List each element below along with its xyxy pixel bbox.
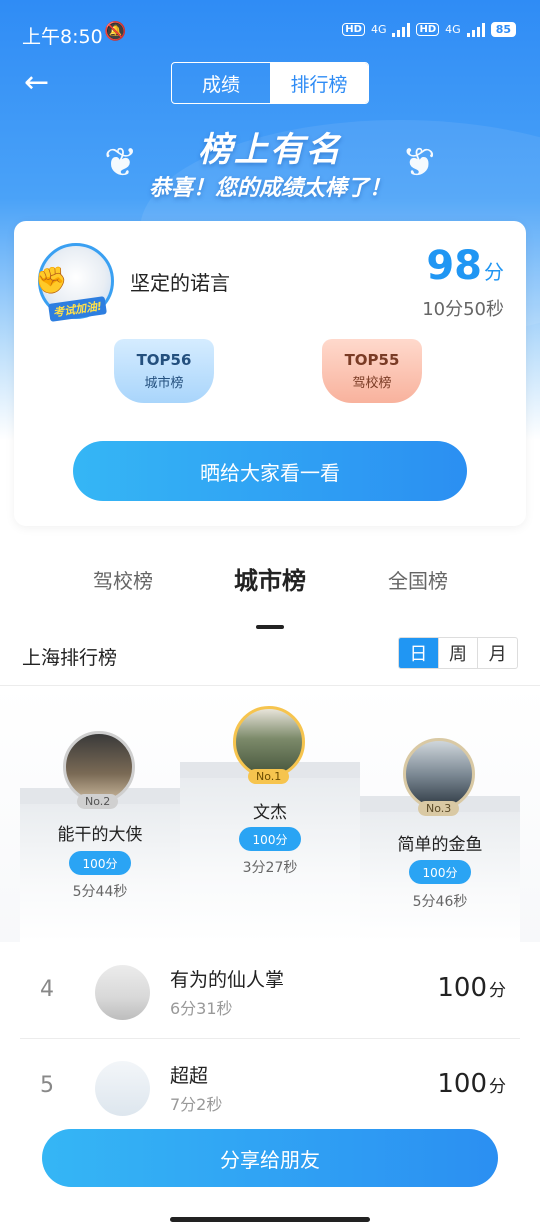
status-right: HD 4G HD 4G 85 xyxy=(342,22,516,37)
podium: No.2 No.1 No.3 能干的大侠 文杰 简单的金鱼 100分 100分 … xyxy=(0,686,540,942)
tab-ranking[interactable]: 排行榜 xyxy=(270,63,368,103)
hd-icon-2: HD xyxy=(416,23,440,36)
header-segmented-control: 成绩 排行榜 xyxy=(171,62,369,104)
list-name: 有为的仙人掌 xyxy=(170,969,285,991)
board-title: 上海排行榜 xyxy=(22,647,118,669)
tab-score[interactable]: 成绩 xyxy=(172,63,270,103)
tab-indicator xyxy=(256,625,284,629)
cheer-badge-avatar: ✊ 考试加油! xyxy=(35,243,114,322)
list-score: 100 分 xyxy=(437,973,506,1003)
user-name: 坚定的诺言 xyxy=(130,271,230,295)
avatar xyxy=(95,965,150,1020)
list-time: 7分2秒 xyxy=(170,1095,223,1114)
tab-school-board[interactable]: 驾校榜 xyxy=(93,565,153,594)
period-day[interactable]: 日 xyxy=(399,638,438,668)
period-month[interactable]: 月 xyxy=(477,638,517,668)
signal-icon xyxy=(392,22,411,37)
network-label: 4G xyxy=(370,23,387,36)
school-rank-value: TOP55 xyxy=(344,351,400,369)
rank-tag-1: No.1 xyxy=(248,769,290,784)
score-unit: 分 xyxy=(484,260,504,284)
list-item[interactable]: 4 有为的仙人掌 6分31秒 100 分 xyxy=(20,943,520,1039)
podium-score-3: 100分 xyxy=(409,860,471,884)
podium-name-2: 能干的大侠 xyxy=(57,825,143,845)
list-item[interactable]: 5 超超 7分2秒 100 分 xyxy=(20,1039,520,1135)
home-indicator[interactable] xyxy=(170,1217,370,1222)
podium-avatar-1[interactable] xyxy=(233,706,305,778)
school-rank-medal: TOP55 驾校榜 xyxy=(322,339,422,403)
period-week[interactable]: 周 xyxy=(437,638,478,668)
list-rank: 5 xyxy=(40,1073,54,1098)
rank-tag-2: No.2 xyxy=(77,794,119,809)
mute-bell-icon: 🔕 xyxy=(104,21,127,42)
list-score: 100 分 xyxy=(437,1069,506,1099)
podium-score-2: 100分 xyxy=(69,851,131,875)
period-selector: 日 周 月 xyxy=(398,637,518,669)
podium-score-1: 100分 xyxy=(239,827,301,851)
show-off-button[interactable]: 晒给大家看一看 xyxy=(73,441,467,501)
status-bar: 上午8:50 🔕 HD 4G HD 4G 85 xyxy=(0,0,540,66)
podium-avatar-2[interactable] xyxy=(63,731,135,803)
fist-icon: ✊ xyxy=(35,266,68,296)
school-rank-label: 驾校榜 xyxy=(352,376,392,391)
podium-avatar-3[interactable] xyxy=(403,738,475,810)
list-score-value: 100 xyxy=(437,973,487,1003)
tab-city-board[interactable]: 城市榜 xyxy=(234,561,306,596)
podium-time-3: 5分46秒 xyxy=(412,894,468,910)
podium-time-1: 3分27秒 xyxy=(242,860,298,876)
list-score-unit: 分 xyxy=(489,981,506,1001)
rank-tag-3: No.3 xyxy=(418,801,460,816)
list-rank: 4 xyxy=(40,977,54,1002)
leaderboard-panel: 驾校榜 城市榜 全国榜 上海排行榜 日 周 月 No.2 No.1 No.3 能… xyxy=(0,543,540,1230)
share-to-friends-button[interactable]: 分享给朋友 xyxy=(42,1129,498,1187)
tab-national-board[interactable]: 全国榜 xyxy=(388,565,448,594)
city-rank-label: 城市榜 xyxy=(144,376,184,391)
banner-subtitle: 恭喜！您的成绩太棒了！ xyxy=(148,176,391,201)
city-rank-value: TOP56 xyxy=(136,351,192,369)
list-score-unit: 分 xyxy=(489,1077,506,1097)
cheer-badge-text: 考试加油! xyxy=(48,296,108,322)
podium-name-1: 文杰 xyxy=(253,803,287,823)
list-score-value: 100 xyxy=(437,1069,487,1099)
user-score: 98 分 xyxy=(426,243,504,289)
battery-icon: 85 xyxy=(490,22,516,37)
podium-name-3: 简单的金鱼 xyxy=(397,835,483,855)
result-card: ✊ 考试加油! 坚定的诺言 98 分 10分50秒 TOP56 城市榜 TOP55… xyxy=(14,221,526,526)
city-rank-medal: TOP56 城市榜 xyxy=(114,339,214,403)
list-time: 6分31秒 xyxy=(170,999,233,1018)
avatar xyxy=(95,1061,150,1116)
podium-time-2: 5分44秒 xyxy=(72,884,128,900)
hd-icon: HD xyxy=(342,23,365,36)
back-arrow-icon[interactable]: ← xyxy=(24,68,54,98)
list-name: 超超 xyxy=(170,1065,209,1087)
banner-title: 榜上有名 xyxy=(198,130,342,170)
leaderboard-tabs: 驾校榜 城市榜 全国榜 xyxy=(0,565,540,629)
signal-icon-2 xyxy=(466,22,485,37)
status-time: 上午8:50 xyxy=(22,26,103,48)
user-duration: 10分50秒 xyxy=(422,299,504,320)
network-label-2: 4G xyxy=(445,23,461,36)
score-value: 98 xyxy=(426,243,482,289)
